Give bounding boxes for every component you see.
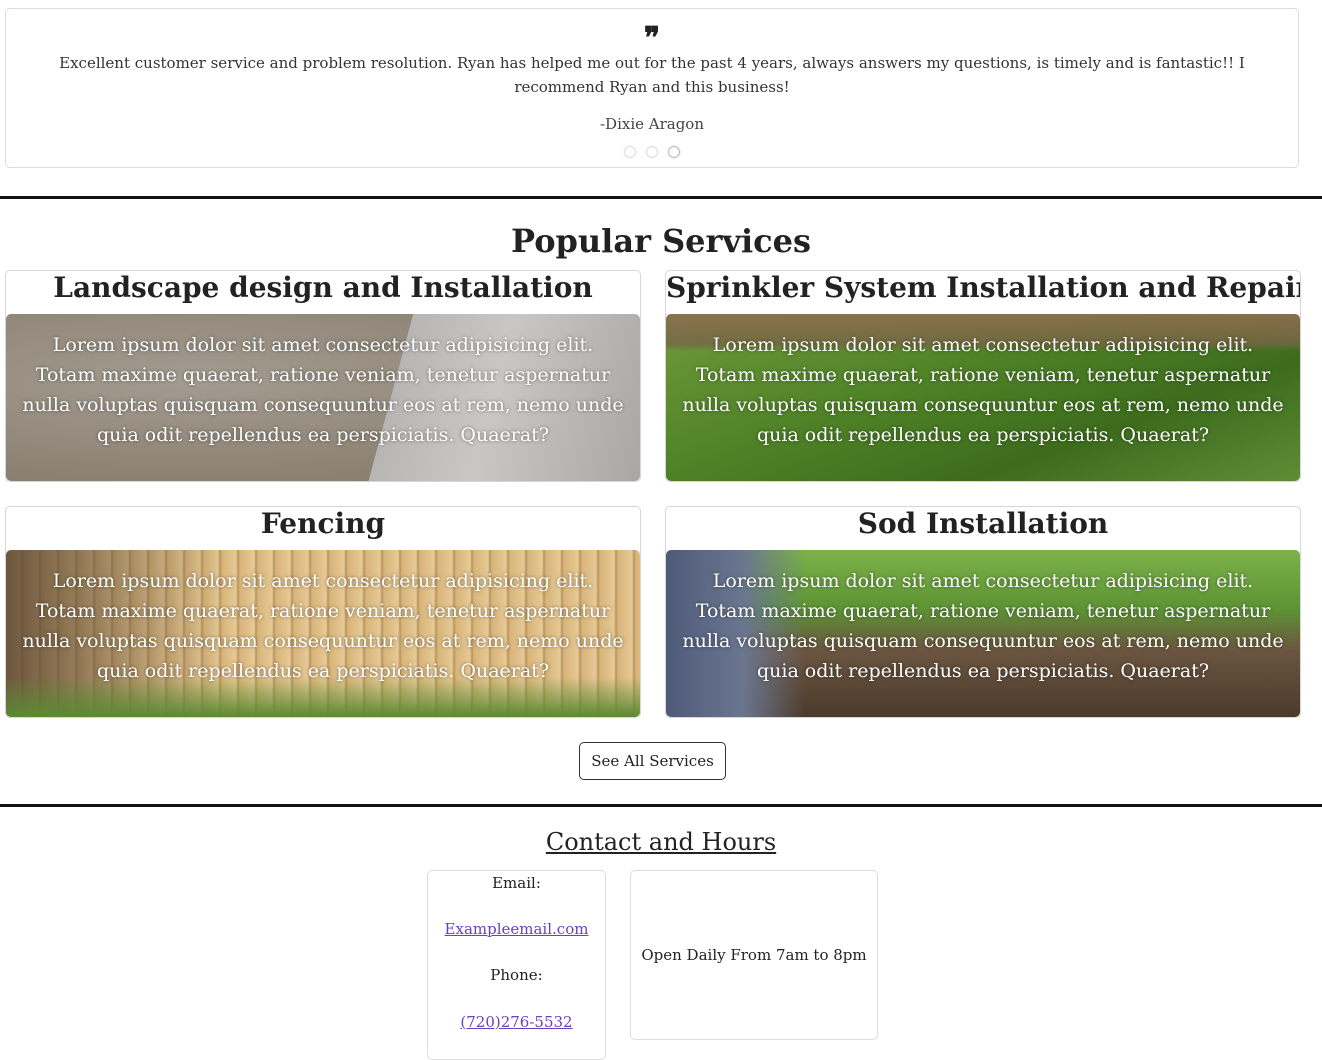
service-card-image: Lorem ipsum dolor sit amet consectetur a… xyxy=(6,314,640,481)
service-card-image: Lorem ipsum dolor sit amet consectetur a… xyxy=(666,314,1300,481)
carousel-dot-3[interactable] xyxy=(669,147,679,157)
service-card-description: Lorem ipsum dolor sit amet consectetur a… xyxy=(682,570,1284,682)
carousel-indicators xyxy=(6,147,1298,157)
service-card-sod: Sod Installation Lorem ipsum dolor sit a… xyxy=(665,506,1301,718)
testimonial-text: Excellent customer service and problem r… xyxy=(59,54,1245,96)
service-card-image: Lorem ipsum dolor sit amet consectetur a… xyxy=(666,550,1300,717)
service-card-sprinkler: Sprinkler System Installation and Repair… xyxy=(665,270,1301,482)
testimonial-carousel: ❞ Excellent customer service and problem… xyxy=(5,8,1299,168)
testimonial-author: -Dixie Aragon xyxy=(599,115,705,133)
service-card-fencing: Fencing Lorem ipsum dolor sit amet conse… xyxy=(5,506,641,718)
email-label: Email: xyxy=(492,874,541,892)
hours-box: Open Daily From 7am to 8pm xyxy=(630,870,878,1040)
carousel-dot-1[interactable] xyxy=(625,147,635,157)
quote-icon: ❞ xyxy=(643,21,661,56)
contact-info-box: Email: Exampleemail.com Phone: (720)276-… xyxy=(427,870,606,1060)
service-card-image: Lorem ipsum dolor sit amet consectetur a… xyxy=(6,550,640,717)
see-all-services-button[interactable]: See All Services xyxy=(579,742,726,780)
carousel-dot-2[interactable] xyxy=(647,147,657,157)
services-heading: Popular Services xyxy=(510,222,811,260)
section-divider xyxy=(0,804,1322,807)
service-card-title: Landscape design and Installation xyxy=(53,271,593,304)
phone-link[interactable]: (720)276-5532 xyxy=(460,1013,572,1031)
service-card-description: Lorem ipsum dolor sit amet consectetur a… xyxy=(682,334,1284,446)
service-card-landscape: Landscape design and Installation Lorem … xyxy=(5,270,641,482)
service-card-description: Lorem ipsum dolor sit amet consectetur a… xyxy=(22,334,624,446)
service-card-title: Sod Installation xyxy=(857,507,1109,540)
service-card-description: Lorem ipsum dolor sit amet consectetur a… xyxy=(22,570,624,682)
contact-heading: Contact and Hours xyxy=(545,828,777,856)
service-card-title: Fencing xyxy=(260,507,386,540)
email-link[interactable]: Exampleemail.com xyxy=(445,920,589,938)
service-card-title: Sprinkler System Installation and Repair xyxy=(666,271,1301,304)
phone-label: Phone: xyxy=(490,966,543,984)
hours-text: Open Daily From 7am to 8pm xyxy=(641,946,867,964)
section-divider xyxy=(0,196,1322,199)
